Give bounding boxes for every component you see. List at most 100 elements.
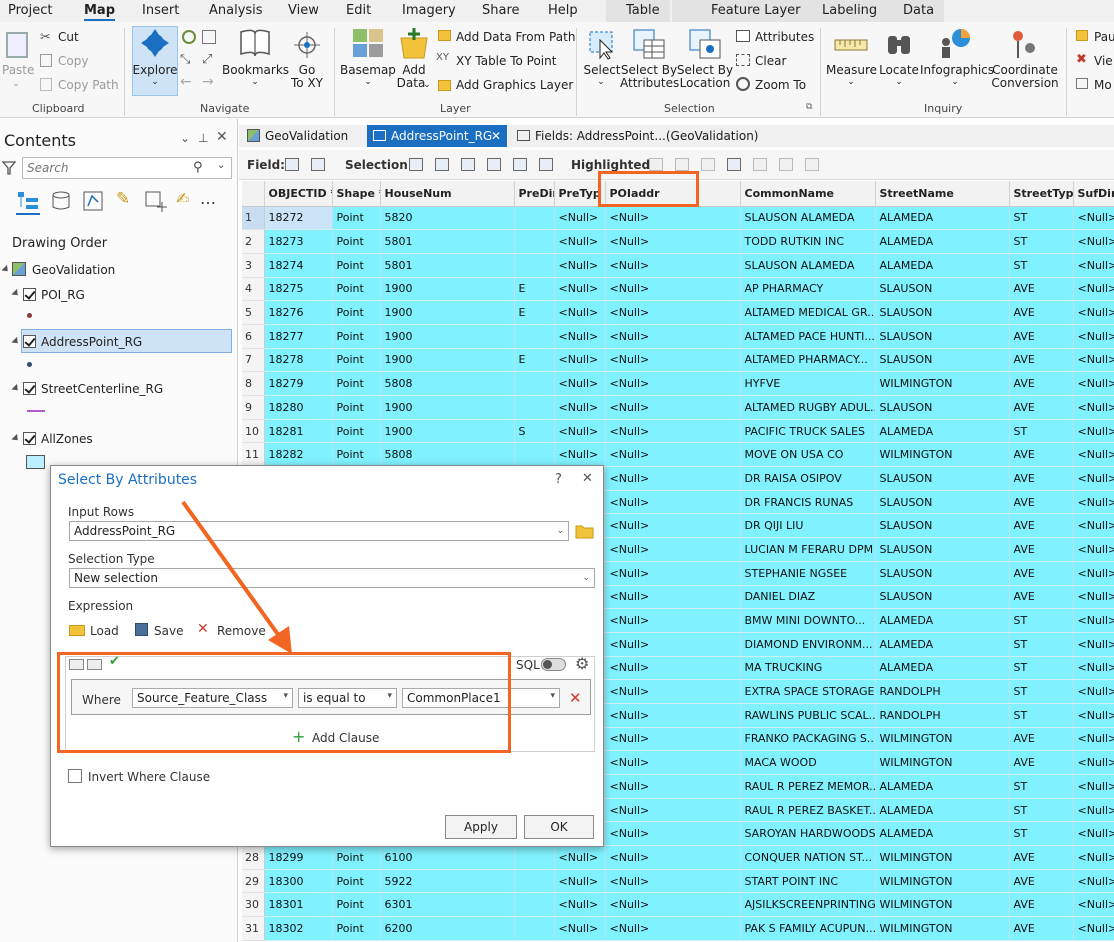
layer-item-addresspoint-rg[interactable]: AddressPoint_RG xyxy=(41,335,142,349)
table-cell[interactable]: SLAUSON xyxy=(875,348,1010,373)
layer-item-allzones[interactable]: AllZones xyxy=(41,432,93,446)
table-cell[interactable]: 5801 xyxy=(380,253,515,278)
table-row[interactable]: 2 18273 Point 5801 <Null> <Null> TODD RUTKIN I… xyxy=(242,229,1114,254)
menu-share[interactable]: Share xyxy=(482,3,520,18)
table-cell[interactable]: <Null> xyxy=(605,537,741,562)
table-cell[interactable]: ST xyxy=(1009,419,1074,444)
table-cell[interactable]: 18300 xyxy=(264,869,333,894)
table-cell[interactable]: LUCIAN M FERARU DPM xyxy=(740,537,876,562)
add-field-icon[interactable] xyxy=(285,158,299,171)
table-cell[interactable]: 1900 xyxy=(380,324,515,349)
table-row[interactable]: 9 18280 Point 1900 <Null> <Null> ALTAMED RUGBY… xyxy=(242,395,1114,420)
table-cell[interactable]: <Null> xyxy=(605,371,741,396)
table-cell[interactable]: S xyxy=(514,419,555,444)
table-cell[interactable]: AVE xyxy=(1009,324,1074,349)
table-cell[interactable]: <Null> xyxy=(1073,277,1114,302)
table-cell[interactable]: <Null> xyxy=(1073,585,1114,610)
menu-analysis[interactable]: Analysis xyxy=(209,3,263,18)
table-cell[interactable]: <Null> xyxy=(605,442,741,468)
table-cell[interactable] xyxy=(514,253,555,278)
table-cell[interactable]: AVE xyxy=(1009,727,1074,752)
table-cell[interactable] xyxy=(514,229,555,254)
table-cell[interactable]: SLAUSON xyxy=(875,277,1010,302)
table-cell[interactable]: MACA WOOD xyxy=(740,750,876,775)
table-cell[interactable]: Point xyxy=(332,229,381,254)
expression-settings-gear-icon[interactable]: ⚙ xyxy=(575,654,589,673)
table-cell[interactable]: ALAMEDA xyxy=(875,608,1010,633)
table-cell[interactable]: HYFVE xyxy=(740,371,876,396)
table-cell[interactable]: Point xyxy=(332,845,381,870)
table-cell[interactable]: AVE xyxy=(1009,892,1074,918)
zoom-to-selection-icon[interactable] xyxy=(435,158,449,171)
copy-button[interactable]: Copy xyxy=(58,54,88,68)
table-cell[interactable]: <Null> xyxy=(1073,419,1114,444)
row-selector-header[interactable] xyxy=(242,181,265,207)
calculate-field-icon[interactable] xyxy=(311,158,325,171)
table-cell[interactable]: <Null> xyxy=(554,845,606,870)
delete-selection-icon[interactable] xyxy=(513,158,527,171)
table-cell[interactable]: Point xyxy=(332,253,381,278)
table-cell[interactable]: SLAUSON xyxy=(875,585,1010,610)
table-cell[interactable]: SLAUSON xyxy=(875,490,1010,515)
column-header[interactable]: OBJECTID * xyxy=(264,181,333,207)
table-cell[interactable]: <Null> xyxy=(605,419,741,444)
table-cell[interactable]: AVE xyxy=(1009,490,1074,515)
table-cell[interactable]: ST xyxy=(1009,821,1074,847)
table-row[interactable]: 28 18299 Point 6100 <Null> <Null> CONQUER NATI… xyxy=(242,845,1114,870)
table-cell[interactable]: AVE xyxy=(1009,277,1074,302)
table-cell[interactable]: <Null> xyxy=(605,845,741,870)
menu-map[interactable]: Map xyxy=(84,3,116,21)
table-row[interactable]: 5 18276 Point 1900 E <Null> <Null> ALTAMED MEDI… xyxy=(242,300,1114,325)
table-cell[interactable]: <Null> xyxy=(1073,490,1114,515)
table-cell[interactable]: RAUL R PEREZ BASKET... xyxy=(740,798,876,823)
column-header[interactable]: StreetType xyxy=(1009,181,1074,207)
pin-icon[interactable]: ⊥ xyxy=(198,131,208,145)
table-cell[interactable]: <Null> xyxy=(1073,229,1114,254)
row-number[interactable]: 9 xyxy=(242,395,265,420)
table-cell[interactable]: <Null> xyxy=(1073,324,1114,349)
remove-expression-button[interactable]: Remove xyxy=(217,624,266,638)
load-expression-button[interactable]: Load xyxy=(90,624,119,638)
table-cell[interactable]: E xyxy=(514,300,555,325)
table-cell[interactable]: ALAMEDA xyxy=(875,798,1010,823)
highlighted-tool-icon[interactable] xyxy=(805,158,819,171)
table-cell[interactable]: ALAMEDA xyxy=(875,419,1010,444)
table-cell[interactable] xyxy=(514,206,555,231)
table-cell[interactable]: ALAMEDA xyxy=(875,774,1010,799)
table-cell[interactable]: SLAUSON xyxy=(875,466,1010,491)
table-row[interactable]: 30 18301 Point 6301 <Null> <Null> AJSILKSCREEN… xyxy=(242,892,1114,918)
layer-visibility-checkbox[interactable] xyxy=(23,432,36,445)
select-by-attributes-icon[interactable] xyxy=(409,158,423,171)
layer-visibility-checkbox[interactable] xyxy=(23,382,36,395)
table-cell[interactable]: DR FRANCIS RUNAS xyxy=(740,490,876,515)
table-cell[interactable]: SLAUSON xyxy=(875,561,1010,586)
list-by-data-source-icon[interactable] xyxy=(50,190,72,212)
table-cell[interactable]: SAROYAN HARDWOODS xyxy=(740,821,876,847)
table-cell[interactable]: <Null> xyxy=(605,466,741,491)
table-cell[interactable]: ST xyxy=(1009,253,1074,278)
table-cell[interactable] xyxy=(514,845,555,870)
more-button[interactable]: Mo xyxy=(1094,78,1112,92)
table-cell[interactable]: <Null> xyxy=(1073,442,1114,468)
table-cell[interactable]: <Null> xyxy=(605,821,741,847)
save-expression-button[interactable]: Save xyxy=(154,624,183,638)
row-number[interactable]: 5 xyxy=(242,300,265,325)
table-cell[interactable]: <Null> xyxy=(1073,371,1114,396)
table-cell[interactable]: ST xyxy=(1009,229,1074,254)
table-cell[interactable]: ST xyxy=(1009,608,1074,633)
table-cell[interactable]: <Null> xyxy=(1073,845,1114,870)
table-cell[interactable]: Point xyxy=(332,916,381,941)
row-number[interactable]: 29 xyxy=(242,869,265,894)
table-row[interactable]: 3 18274 Point 5801 <Null> <Null> SLAUSON ALAME… xyxy=(242,253,1114,278)
table-cell[interactable]: <Null> xyxy=(605,585,741,610)
table-cell[interactable]: 5808 xyxy=(380,371,515,396)
table-cell[interactable]: <Null> xyxy=(554,869,606,894)
menu-view[interactable]: View xyxy=(288,3,319,18)
highlighted-tool-icon[interactable] xyxy=(701,158,715,171)
table-cell[interactable]: AVE xyxy=(1009,395,1074,420)
cut-button[interactable]: Cut xyxy=(58,30,79,44)
table-cell[interactable]: <Null> xyxy=(605,561,741,586)
browse-folder-icon[interactable] xyxy=(575,522,595,540)
table-cell[interactable]: Point xyxy=(332,348,381,373)
table-cell[interactable]: E xyxy=(514,348,555,373)
